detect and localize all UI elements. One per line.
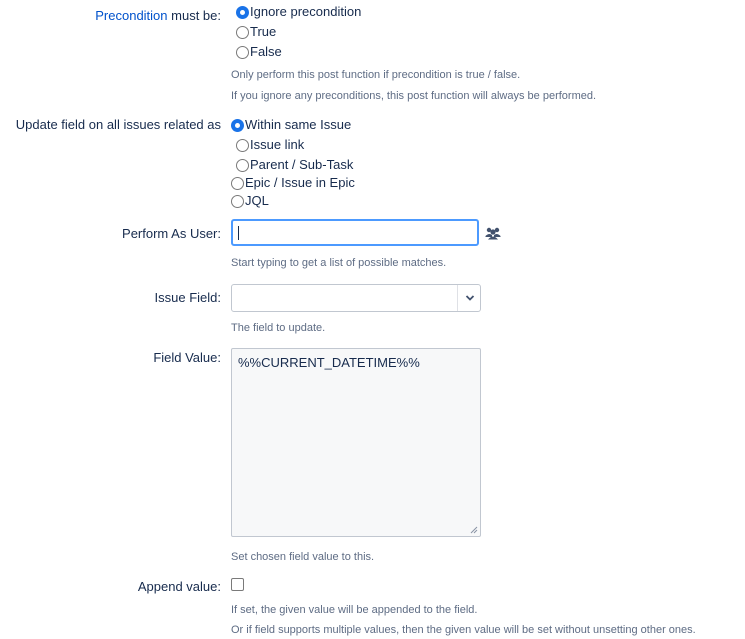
- related-label: Update field on all issues related as: [15, 117, 221, 132]
- radio-within-same-issue[interactable]: Within same Issue: [231, 117, 351, 133]
- precondition-label: Precondition must be:: [95, 8, 221, 24]
- radio-epic-issue-in-epic[interactable]: Epic / Issue in Epic: [231, 175, 355, 191]
- radio-false[interactable]: False: [236, 44, 282, 60]
- radio-ignore-precondition-label: Ignore precondition: [250, 4, 362, 19]
- radio-jql-button[interactable]: [231, 194, 244, 208]
- append-value-help-1: If set, the given value will be appended…: [231, 604, 478, 616]
- issue-field-select[interactable]: [231, 284, 481, 312]
- radio-true[interactable]: True: [236, 24, 276, 40]
- field-value-textarea[interactable]: %%CURRENT_DATETIME%%: [231, 348, 481, 537]
- precondition-help-2: If you ignore any preconditions, this po…: [231, 90, 597, 102]
- radio-within-same-issue-button[interactable]: [231, 118, 244, 132]
- issue-field-help: The field to update.: [231, 322, 326, 334]
- append-value-checkbox[interactable]: [231, 578, 244, 591]
- precondition-label-rest: must be:: [167, 8, 221, 23]
- radio-parent-sub-task[interactable]: Parent / Sub-Task: [236, 157, 353, 173]
- perform-as-user-help: Start typing to get a list of possible m…: [231, 257, 447, 269]
- radio-parent-sub-task-button[interactable]: [236, 158, 249, 172]
- radio-issue-link[interactable]: Issue link: [236, 137, 304, 153]
- radio-epic-issue-in-epic-button[interactable]: [231, 176, 244, 190]
- text-caret: [238, 226, 239, 240]
- append-value-help-2: Or if field supports multiple values, th…: [231, 624, 696, 636]
- radio-true-label: True: [250, 24, 277, 39]
- field-value-label: Field Value:: [153, 350, 221, 365]
- perform-as-user-input[interactable]: [231, 219, 479, 246]
- radio-jql-label: JQL: [245, 193, 269, 208]
- radio-issue-link-button[interactable]: [236, 138, 249, 152]
- radio-within-same-issue-label: Within same Issue: [245, 117, 352, 132]
- radio-issue-link-label: Issue link: [250, 137, 305, 152]
- radio-ignore-precondition[interactable]: Ignore precondition: [236, 4, 361, 20]
- field-value-text: %%CURRENT_DATETIME%%: [238, 355, 420, 370]
- issue-field-label: Issue Field:: [154, 290, 221, 305]
- radio-true-button[interactable]: [236, 25, 249, 39]
- field-value-help: Set chosen field value to this.: [231, 551, 375, 563]
- select-divider: [457, 285, 458, 311]
- precondition-link[interactable]: Precondition: [95, 8, 167, 23]
- radio-false-label: False: [250, 44, 282, 59]
- radio-false-button[interactable]: [236, 45, 249, 59]
- users-icon[interactable]: [485, 226, 501, 240]
- radio-parent-sub-task-label: Parent / Sub-Task: [250, 157, 354, 172]
- radio-epic-issue-in-epic-label: Epic / Issue in Epic: [245, 175, 355, 190]
- radio-ignore-precondition-button[interactable]: [236, 5, 249, 19]
- precondition-help-1: Only perform this post function if preco…: [231, 69, 521, 81]
- perform-as-user-label: Perform As User:: [122, 226, 221, 241]
- chevron-down-icon[interactable]: [465, 294, 475, 302]
- radio-jql[interactable]: JQL: [231, 193, 269, 209]
- resize-handle-icon[interactable]: [470, 526, 478, 534]
- append-value-label: Append value:: [137, 579, 221, 594]
